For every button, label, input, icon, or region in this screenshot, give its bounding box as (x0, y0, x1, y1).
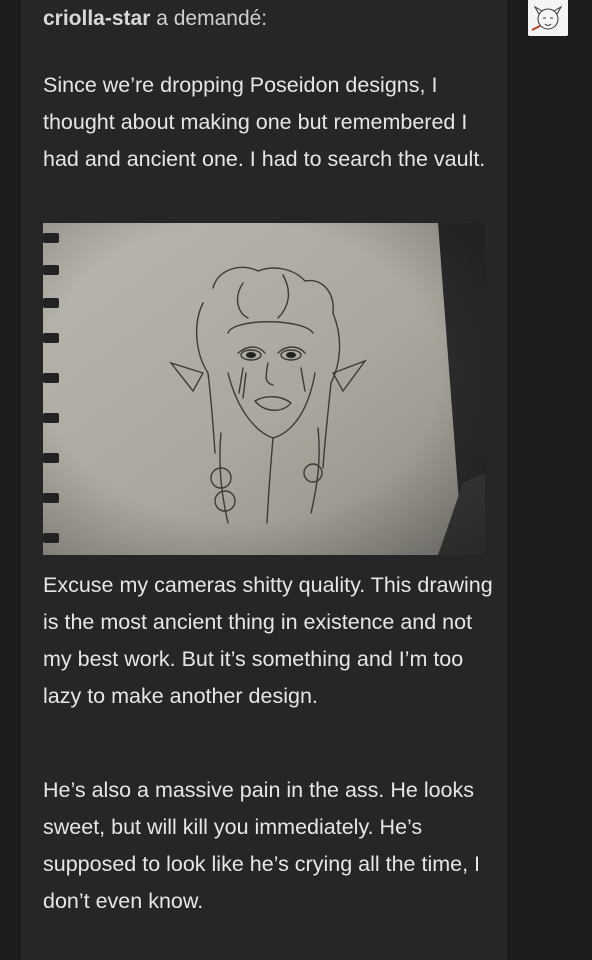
post-page: criolla-star a demandé: Since we’re drop… (0, 0, 592, 960)
asker-name-link[interactable]: criolla-star (43, 7, 150, 30)
ask-header: criolla-star a demandé: (43, 7, 267, 31)
question-paragraph-2: Excuse my cameras shitty quality. This d… (43, 573, 493, 708)
sketch-photo-image[interactable] (43, 223, 485, 555)
asker-suffix: a demandé: (150, 7, 268, 30)
question-paragraph-1: Since we’re dropping Poseidon designs, I… (43, 73, 486, 171)
question-paragraph-3: He’s also a massive pain in the ass. He … (43, 778, 481, 913)
user-avatar-icon[interactable] (528, 0, 568, 36)
